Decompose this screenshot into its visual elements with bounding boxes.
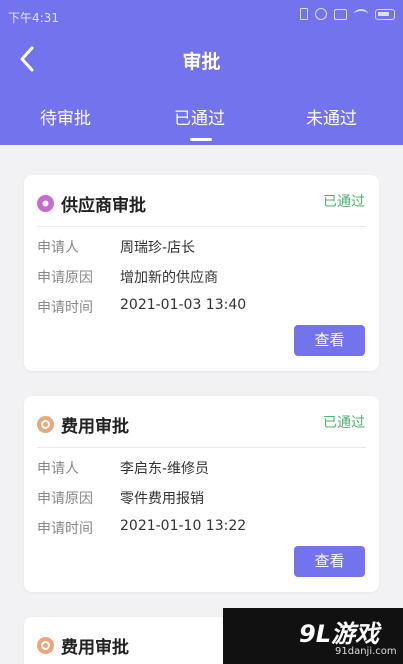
expense-icon bbox=[37, 637, 54, 654]
tab-bar: 待审批 已通过 未通过 bbox=[0, 98, 403, 145]
tab-approved[interactable]: 已通过 bbox=[174, 104, 225, 129]
view-button[interactable]: 查看 bbox=[294, 325, 365, 356]
alarm-icon bbox=[315, 8, 327, 20]
applicant-label: 申请人 bbox=[37, 240, 79, 256]
tab-pending[interactable]: 待审批 bbox=[40, 104, 91, 129]
time-value: 2021-01-03 13:40 bbox=[120, 297, 247, 313]
tab-rejected[interactable]: 未通过 bbox=[306, 104, 357, 129]
card-title: 费用审批 bbox=[61, 638, 129, 658]
supplier-icon bbox=[37, 195, 54, 212]
reason-label: 申请原因 bbox=[37, 270, 93, 286]
watermark: 9L游戏 91danji.com bbox=[223, 608, 403, 664]
active-tab-indicator bbox=[190, 138, 212, 141]
divider bbox=[37, 447, 366, 448]
applicant-value: 李启东-维修员 bbox=[120, 461, 210, 477]
time-label: 申请时间 bbox=[37, 521, 93, 537]
applicant-value: 周瑞珍-店长 bbox=[120, 240, 196, 256]
approval-card: 供应商审批 已通过 申请人 周瑞珍-店长 申请原因 增加新的供应商 申请时间 2… bbox=[24, 175, 379, 371]
wifi-icon bbox=[354, 9, 368, 19]
status-time: 下午4:31 bbox=[8, 11, 59, 25]
time-value: 2021-01-10 13:22 bbox=[120, 518, 247, 534]
card-title: 供应商审批 bbox=[61, 196, 146, 216]
status-badge: 已通过 bbox=[323, 194, 365, 210]
battery-icon bbox=[375, 8, 395, 20]
header: 下午4:31 审批 待审批 已通过 未通过 bbox=[0, 0, 403, 145]
status-badge: 已通过 bbox=[323, 415, 365, 431]
time-label: 申请时间 bbox=[37, 300, 93, 316]
reason-value: 零件费用报销 bbox=[120, 491, 204, 507]
applicant-label: 申请人 bbox=[37, 461, 79, 477]
reason-value: 增加新的供应商 bbox=[120, 270, 218, 286]
status-bar: 下午4:31 bbox=[0, 0, 403, 34]
approval-card: 费用审批 已通过 申请人 李启东-维修员 申请原因 零件费用报销 申请时间 20… bbox=[24, 396, 379, 592]
bluetooth-icon bbox=[300, 8, 308, 20]
view-button[interactable]: 查看 bbox=[294, 546, 365, 577]
expense-icon bbox=[37, 416, 54, 433]
no-sim-icon bbox=[334, 8, 347, 20]
reason-label: 申请原因 bbox=[37, 491, 93, 507]
card-title: 费用审批 bbox=[61, 417, 129, 437]
watermark-logo: 9L游戏 bbox=[299, 620, 379, 648]
divider bbox=[37, 226, 366, 227]
page-title: 审批 bbox=[182, 51, 221, 73]
status-icons bbox=[300, 8, 395, 20]
watermark-url: 91danji.com bbox=[335, 646, 397, 657]
